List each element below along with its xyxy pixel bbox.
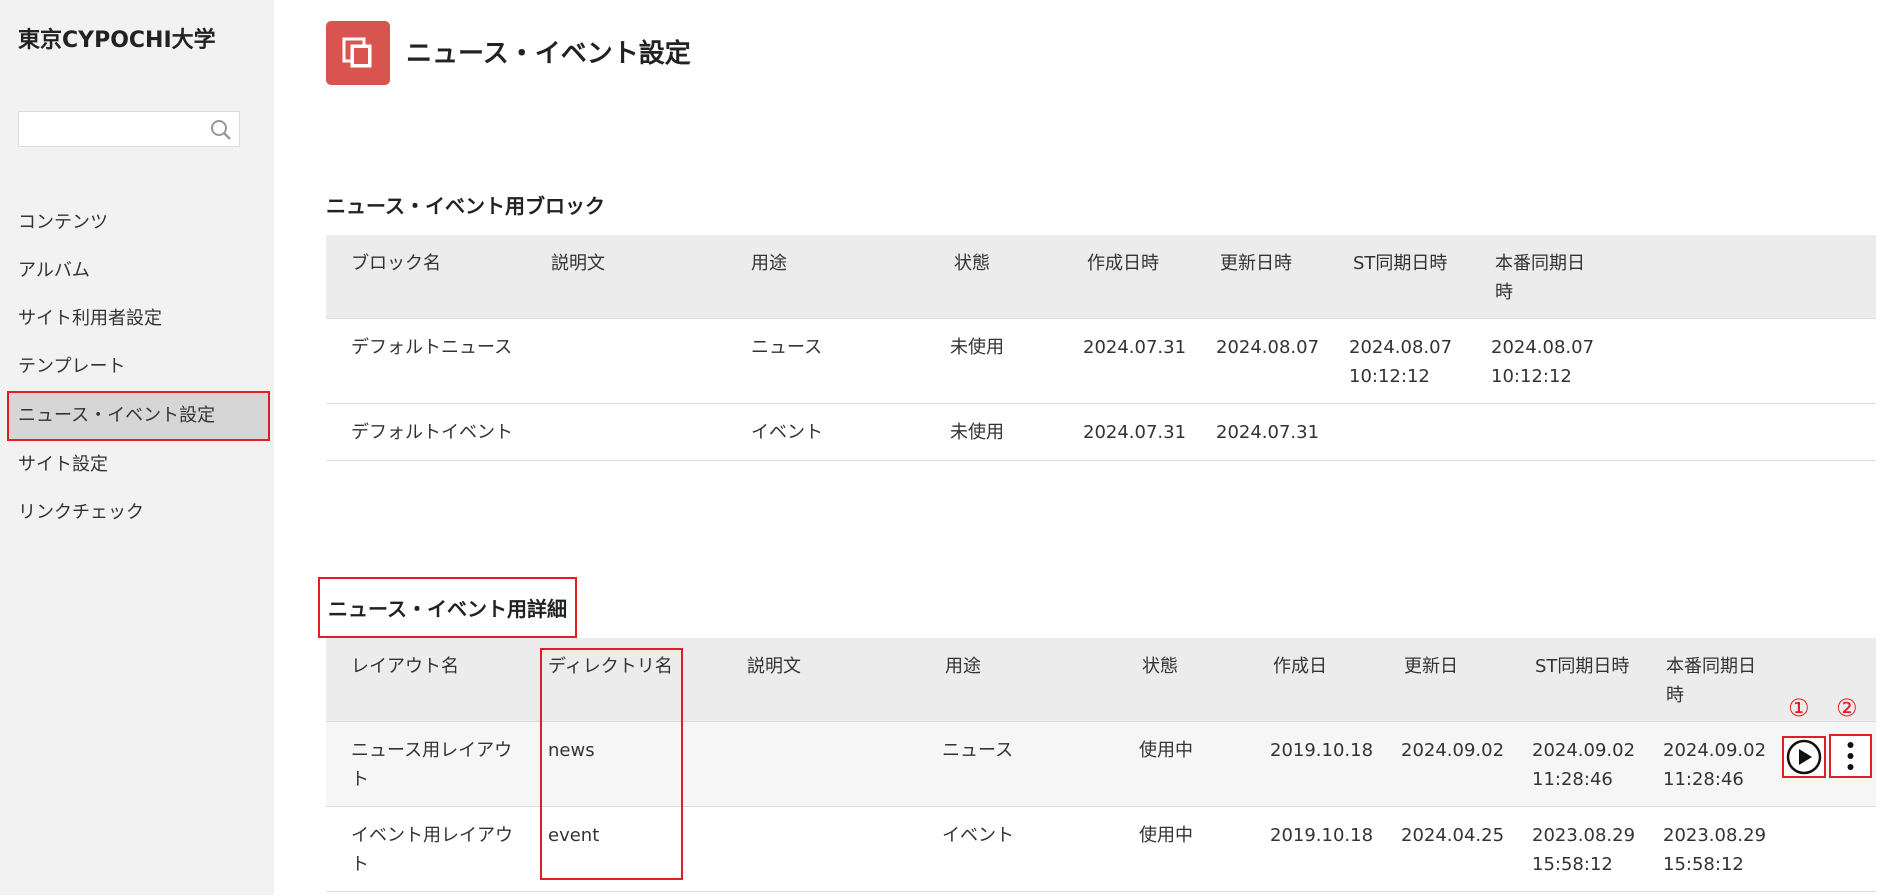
cell-layout-name: ニュース用レイアウト	[351, 740, 513, 790]
cell-usage: ニュース	[751, 337, 823, 358]
annotation-one: ①	[1788, 694, 1810, 722]
more-vertical-icon	[1847, 742, 1854, 770]
page-title: ニュース・イベント設定	[406, 39, 691, 69]
annotation-two: ②	[1836, 694, 1858, 722]
play-button[interactable]	[1782, 736, 1826, 778]
cell-st-sync: 2024.09.02 11:28:46	[1532, 740, 1636, 790]
table-row[interactable]: デフォルトニュース ニュース 未使用 2024.07.31 2024.08.07…	[326, 319, 1876, 404]
search-input[interactable]	[19, 112, 215, 146]
cell-directory: news	[548, 740, 595, 761]
sidebar-item-link-check[interactable]: リンクチェック	[0, 489, 274, 537]
section-title-details: ニュース・イベント用詳細	[318, 577, 577, 638]
cell-created: 2024.07.31	[1083, 422, 1187, 443]
table-row[interactable]: デフォルトイベント イベント 未使用 2024.07.31 2024.07.31	[326, 404, 1876, 461]
column-header: 状態	[954, 253, 990, 274]
column-header: ST同期日時	[1535, 656, 1630, 677]
column-header: 用途	[751, 253, 787, 274]
cell-created: 2019.10.18	[1270, 740, 1374, 761]
brand-title: 東京CYPOCHI大学	[18, 28, 216, 53]
play-icon	[1786, 739, 1822, 775]
cell-prod-sync: 2024.09.02 11:28:46	[1663, 740, 1767, 790]
column-header: ブロック名	[351, 253, 441, 274]
cell-created: 2019.10.18	[1270, 825, 1374, 846]
sidebar-item-site-settings[interactable]: サイト設定	[0, 441, 274, 489]
table-header-row: ブロック名 説明文 用途 状態 作成日時 更新日時 ST同期日時 本番同期日時	[326, 235, 1876, 319]
cell-prod-sync: 2023.08.29 15:58:12	[1663, 825, 1767, 875]
sidebar-item-album[interactable]: アルバム	[0, 247, 274, 295]
more-menu-button[interactable]	[1829, 734, 1872, 778]
blocks-table: ブロック名 説明文 用途 状態 作成日時 更新日時 ST同期日時 本番同期日時 …	[326, 235, 1876, 461]
column-header: 作成日時	[1087, 253, 1159, 274]
column-header: 作成日	[1273, 656, 1327, 677]
sidebar-item-contents[interactable]: コンテンツ	[0, 199, 274, 247]
cell-status: 未使用	[950, 337, 1004, 358]
search-box[interactable]	[18, 111, 240, 147]
column-header: レイアウト名	[351, 656, 459, 677]
sidebar-item-news-event-settings[interactable]: ニュース・イベント設定	[7, 391, 270, 441]
column-header: 更新日	[1404, 656, 1458, 677]
column-header: ST同期日時	[1353, 253, 1448, 274]
sidebar-item-templates[interactable]: テンプレート	[0, 343, 274, 391]
cell-updated: 2024.09.02	[1401, 740, 1505, 761]
column-header: 説明文	[747, 656, 801, 677]
cell-prod-sync: 2024.08.07 10:12:12	[1491, 337, 1595, 387]
sidebar-nav: コンテンツ アルバム サイト利用者設定 テンプレート ニュース・イベント設定 サ…	[0, 199, 274, 537]
column-header: 本番同期日時	[1495, 253, 1585, 303]
cell-updated: 2024.07.31	[1216, 422, 1320, 443]
cell-usage: ニュース	[942, 740, 1014, 761]
column-header: 説明文	[551, 253, 605, 274]
cell-status: 使用中	[1139, 740, 1193, 761]
cell-created: 2024.07.31	[1083, 337, 1187, 358]
column-header: 更新日時	[1220, 253, 1292, 274]
layers-icon	[326, 21, 390, 85]
cell-directory: event	[548, 825, 600, 846]
cell-status: 未使用	[950, 422, 1004, 443]
column-header: ディレクトリ名	[548, 656, 673, 677]
cell-updated: 2024.04.25	[1401, 825, 1505, 846]
column-header: 本番同期日時	[1666, 656, 1756, 706]
column-header: 用途	[945, 656, 981, 677]
cell-block-name: デフォルトイベント	[351, 422, 513, 443]
column-header: 状態	[1142, 656, 1178, 677]
cell-status: 使用中	[1139, 825, 1193, 846]
table-header-row: レイアウト名 ディレクトリ名 説明文 用途 状態 作成日 更新日 ST同期日時 …	[326, 638, 1876, 722]
sidebar-item-site-users[interactable]: サイト利用者設定	[0, 295, 274, 343]
sidebar: 東京CYPOCHI大学 コンテンツ アルバム サイト利用者設定 テンプレート ニ…	[0, 0, 274, 895]
search-icon[interactable]	[209, 118, 233, 142]
cell-layout-name: イベント用レイアウト	[351, 825, 513, 875]
table-row[interactable]: ニュース用レイアウト news ニュース 使用中 2019.10.18 2024…	[326, 722, 1876, 807]
cell-updated: 2024.08.07	[1216, 337, 1320, 358]
table-row[interactable]: イベント用レイアウト event イベント 使用中 2019.10.18 202…	[326, 807, 1876, 892]
cell-usage: イベント	[751, 422, 823, 443]
details-table: レイアウト名 ディレクトリ名 説明文 用途 状態 作成日 更新日 ST同期日時 …	[326, 638, 1876, 892]
cell-block-name: デフォルトニュース	[351, 337, 513, 358]
cell-usage: イベント	[942, 825, 1014, 846]
cell-st-sync: 2024.08.07 10:12:12	[1349, 337, 1453, 387]
section-title-blocks: ニュース・イベント用ブロック	[326, 194, 605, 218]
cell-st-sync: 2023.08.29 15:58:12	[1532, 825, 1636, 875]
